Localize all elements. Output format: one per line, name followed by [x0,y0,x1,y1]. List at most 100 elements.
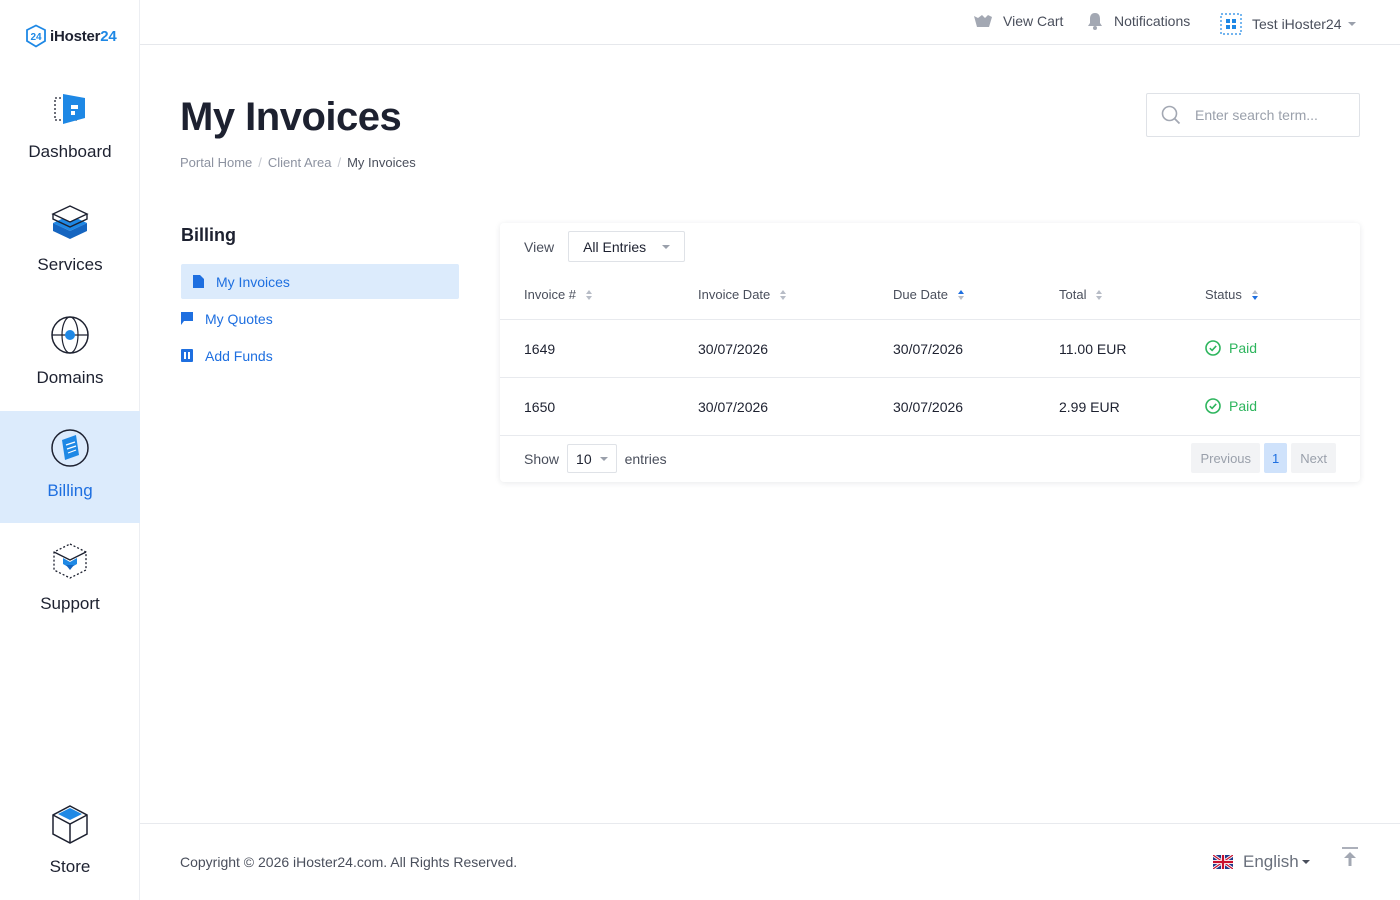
breadcrumb-separator: / [337,155,342,170]
view-cart-link[interactable]: View Cart [973,12,1063,30]
column-header-label: Total [1059,287,1087,302]
user-avatar-icon [1220,13,1242,35]
entries-label: entries [624,450,667,467]
user-menu[interactable]: Test iHoster24 [1220,13,1357,35]
status-badge: Paid [1205,398,1257,414]
view-select-value: All Entries [583,238,647,255]
search-box[interactable] [1146,93,1360,137]
pagination: Previous 1 Next [1187,443,1336,473]
logo[interactable]: 24 iHoster24 [24,24,117,48]
sidebar-item-support[interactable]: Support [0,516,140,628]
page-title: My Invoices [180,95,402,139]
sidebar-item-label: Support [40,594,100,613]
column-header-status[interactable]: Status [1205,287,1258,302]
topbar: View Cart Notifications Test iHoster24 [140,0,1400,45]
invoice-number: 1649 [524,341,556,357]
document-icon [193,275,204,288]
status-label: Paid [1229,340,1258,356]
menu-item-label: My Quotes [205,310,273,327]
breadcrumb-separator: / [258,155,262,170]
sidebar: 24 iHoster24 Dashboard Services Domains [0,0,140,900]
globe-icon [51,316,89,354]
sidebar-item-label: Domains [36,368,104,387]
previous-page-button[interactable]: Previous [1191,443,1261,473]
menu-item-label: My Invoices [216,273,290,290]
sidebar-item-label: Services [37,255,103,274]
due-date: 30/07/2026 [893,341,964,357]
breadcrumb-item-current: My Invoices [347,155,416,170]
table-row[interactable]: 1649 30/07/2026 30/07/2026 11.00 EUR Pai… [500,319,1360,377]
page-button-current[interactable]: 1 [1264,443,1288,473]
uk-flag-icon [1213,855,1233,869]
invoice-number: 1650 [524,399,556,415]
billing-menu-title: Billing [181,225,236,245]
page-size-control: Show 10 entries [524,444,667,473]
back-to-top-button[interactable] [1340,846,1360,873]
breadcrumb-item-portal-home[interactable]: Portal Home [180,155,252,170]
flag-icon [181,312,193,325]
bell-icon [1088,13,1102,30]
chevron-down-icon [662,244,671,249]
column-header-label: Invoice # [524,287,577,302]
sort-icon [1251,289,1258,300]
sort-icon [586,289,593,300]
search-input[interactable] [1195,107,1345,123]
invoice-total: 2.99 EUR [1059,399,1120,415]
view-label: View [524,238,555,255]
chevron-down-icon [1348,22,1357,26]
column-header-total[interactable]: Total [1059,287,1103,302]
arrow-up-icon [1342,847,1358,866]
support-icon [53,543,87,579]
next-page-button[interactable]: Next [1291,443,1336,473]
column-header-due-date[interactable]: Due Date [893,287,964,302]
page-size-select[interactable]: 10 [567,444,617,473]
column-header-label: Due Date [893,287,948,302]
breadcrumb-item-client-area[interactable]: Client Area [268,155,332,170]
services-icon [51,205,89,239]
column-header-label: Status [1205,287,1242,302]
view-select[interactable]: All Entries [568,231,686,262]
menu-item-add-funds[interactable]: Add Funds [181,338,459,373]
sort-icon [1096,289,1103,300]
view-cart-label: View Cart [1003,13,1064,29]
logo-icon: 24 [26,24,46,48]
store-cube-icon [52,805,88,844]
sidebar-item-store[interactable]: Store [0,779,140,891]
language-selector[interactable]: English [1213,852,1310,872]
check-circle-icon [1205,398,1221,414]
sidebar-item-label: Billing [47,481,93,500]
sidebar-item-domains[interactable]: Domains [0,290,140,402]
sidebar-item-dashboard[interactable]: Dashboard [0,64,140,176]
menu-item-my-invoices[interactable]: My Invoices [181,264,459,299]
billing-icon [51,429,89,467]
column-header-invoice-date[interactable]: Invoice Date [698,287,787,302]
sidebar-item-billing[interactable]: Billing [0,411,140,523]
footer-divider [140,823,1400,824]
status-label: Paid [1229,398,1258,414]
sort-icon [780,289,787,300]
notifications-label: Notifications [1114,13,1191,29]
chevron-down-icon [599,456,608,461]
logo-text: iHoster24 [50,27,117,45]
chevron-down-icon [1301,860,1310,864]
add-funds-icon [181,349,193,362]
menu-item-label: Add Funds [205,347,273,364]
user-name: Test iHoster24 [1252,16,1342,32]
check-circle-icon [1205,340,1221,356]
sidebar-item-label: Dashboard [28,142,112,161]
sort-icon [957,289,964,300]
sidebar-item-services[interactable]: Services [0,177,140,289]
menu-item-my-quotes[interactable]: My Quotes [181,301,459,336]
svg-text:24: 24 [30,32,42,43]
cart-icon [974,15,992,27]
due-date: 30/07/2026 [893,399,964,415]
column-header-invoice[interactable]: Invoice # [524,287,593,302]
search-icon [1161,105,1181,125]
show-label: Show [524,450,560,467]
language-label: English [1243,852,1299,871]
table-row[interactable]: 1650 30/07/2026 30/07/2026 2.99 EUR Paid [500,377,1360,435]
invoices-table-card: View All Entries Invoice # Invoice Date … [500,223,1360,482]
dashboard-icon [54,94,85,124]
column-header-label: Invoice Date [698,287,771,302]
notifications-link[interactable]: Notifications [1086,12,1190,30]
